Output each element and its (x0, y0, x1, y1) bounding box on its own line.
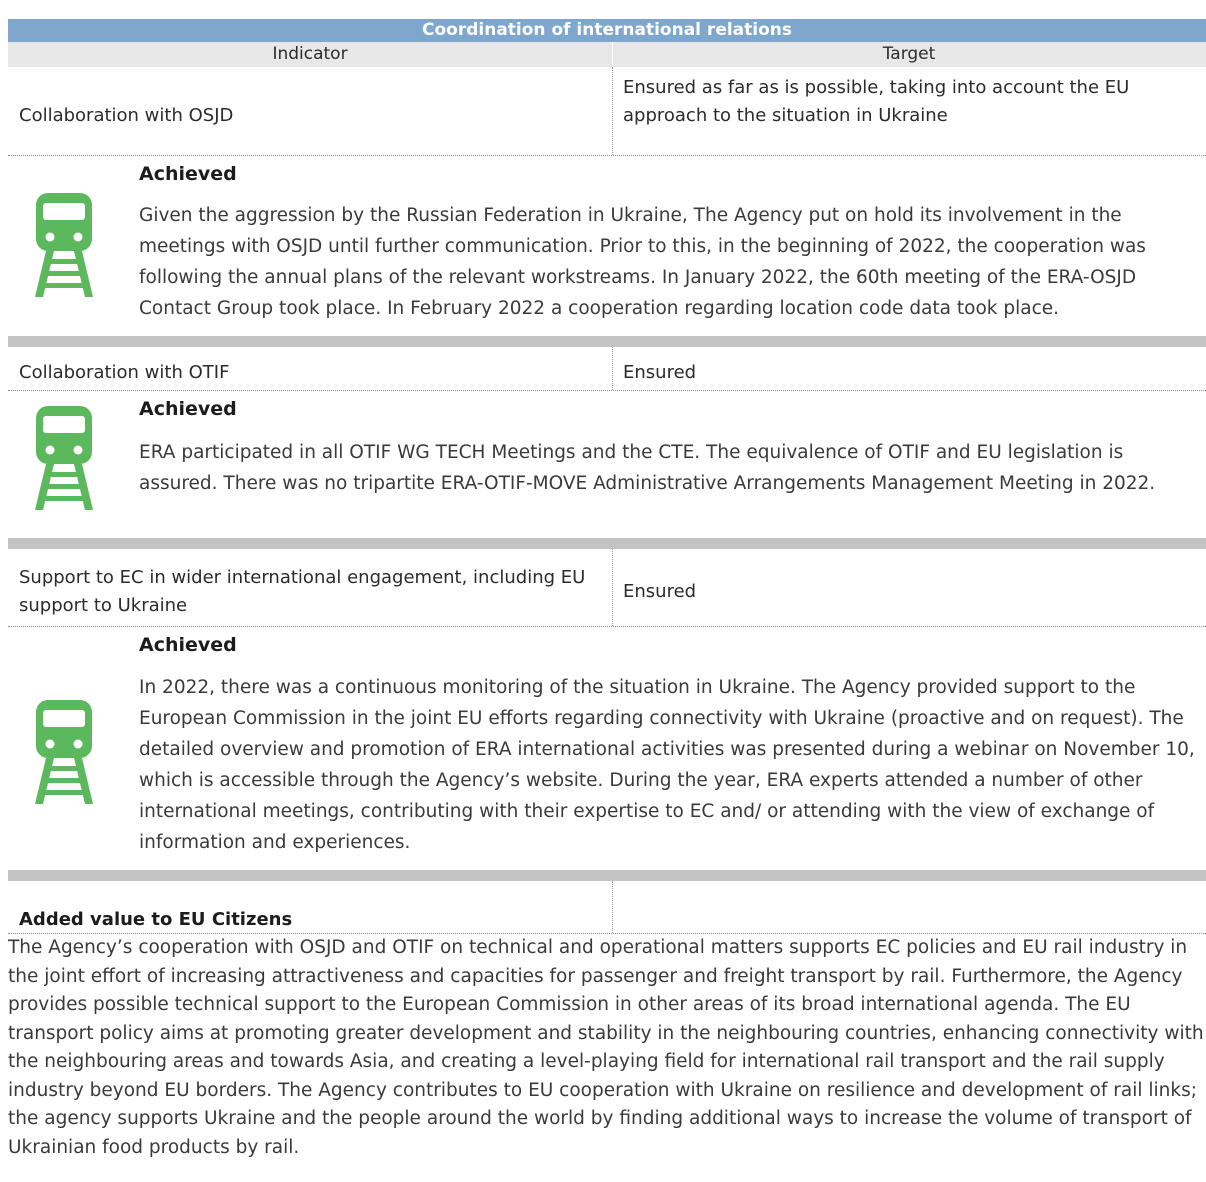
column-divider (612, 347, 613, 390)
table-header-row: Indicator Target (8, 42, 1206, 67)
indicator-column-header: Indicator (272, 44, 348, 64)
target-cell: Ensured (623, 362, 697, 383)
section-band (8, 538, 1206, 549)
train-icon (35, 700, 93, 804)
row-divider (8, 390, 1206, 391)
section-band (8, 336, 1206, 347)
row-divider (8, 626, 1206, 627)
table-title: Coordination of international relations (8, 19, 1206, 42)
status-label: Achieved (139, 634, 237, 656)
status-label: Achieved (139, 163, 237, 185)
target-column-header: Target (882, 44, 936, 64)
section-band (8, 870, 1206, 881)
achievement-description: In 2022, there was a continuous monitori… (139, 677, 1195, 853)
indicator-cell: Collaboration with OTIF (19, 362, 230, 383)
results-table: Coordination of international relations … (0, 0, 1206, 1182)
target-cell: Ensured (623, 581, 697, 602)
train-icon (35, 406, 93, 510)
added-value-title: Added value to EU Citizens (19, 909, 293, 930)
header-divider (612, 42, 613, 67)
column-divider (612, 549, 613, 626)
column-divider (612, 881, 613, 933)
train-icon (35, 193, 93, 297)
status-label: Achieved (139, 398, 237, 420)
achievement-description: ERA participated in all OTIF WG TECH Mee… (139, 442, 1156, 494)
target-cell: Ensured as far as is possible, taking in… (623, 77, 1130, 126)
indicator-cell: Collaboration with OSJD (19, 105, 234, 126)
column-divider (612, 67, 613, 155)
achievement-description: Given the aggression by the Russian Fede… (139, 205, 1146, 319)
added-value-text: The Agency’s cooperation with OSJD and O… (8, 937, 1204, 1158)
row-divider (8, 155, 1206, 156)
indicator-cell: Support to EC in wider international eng… (19, 567, 586, 616)
